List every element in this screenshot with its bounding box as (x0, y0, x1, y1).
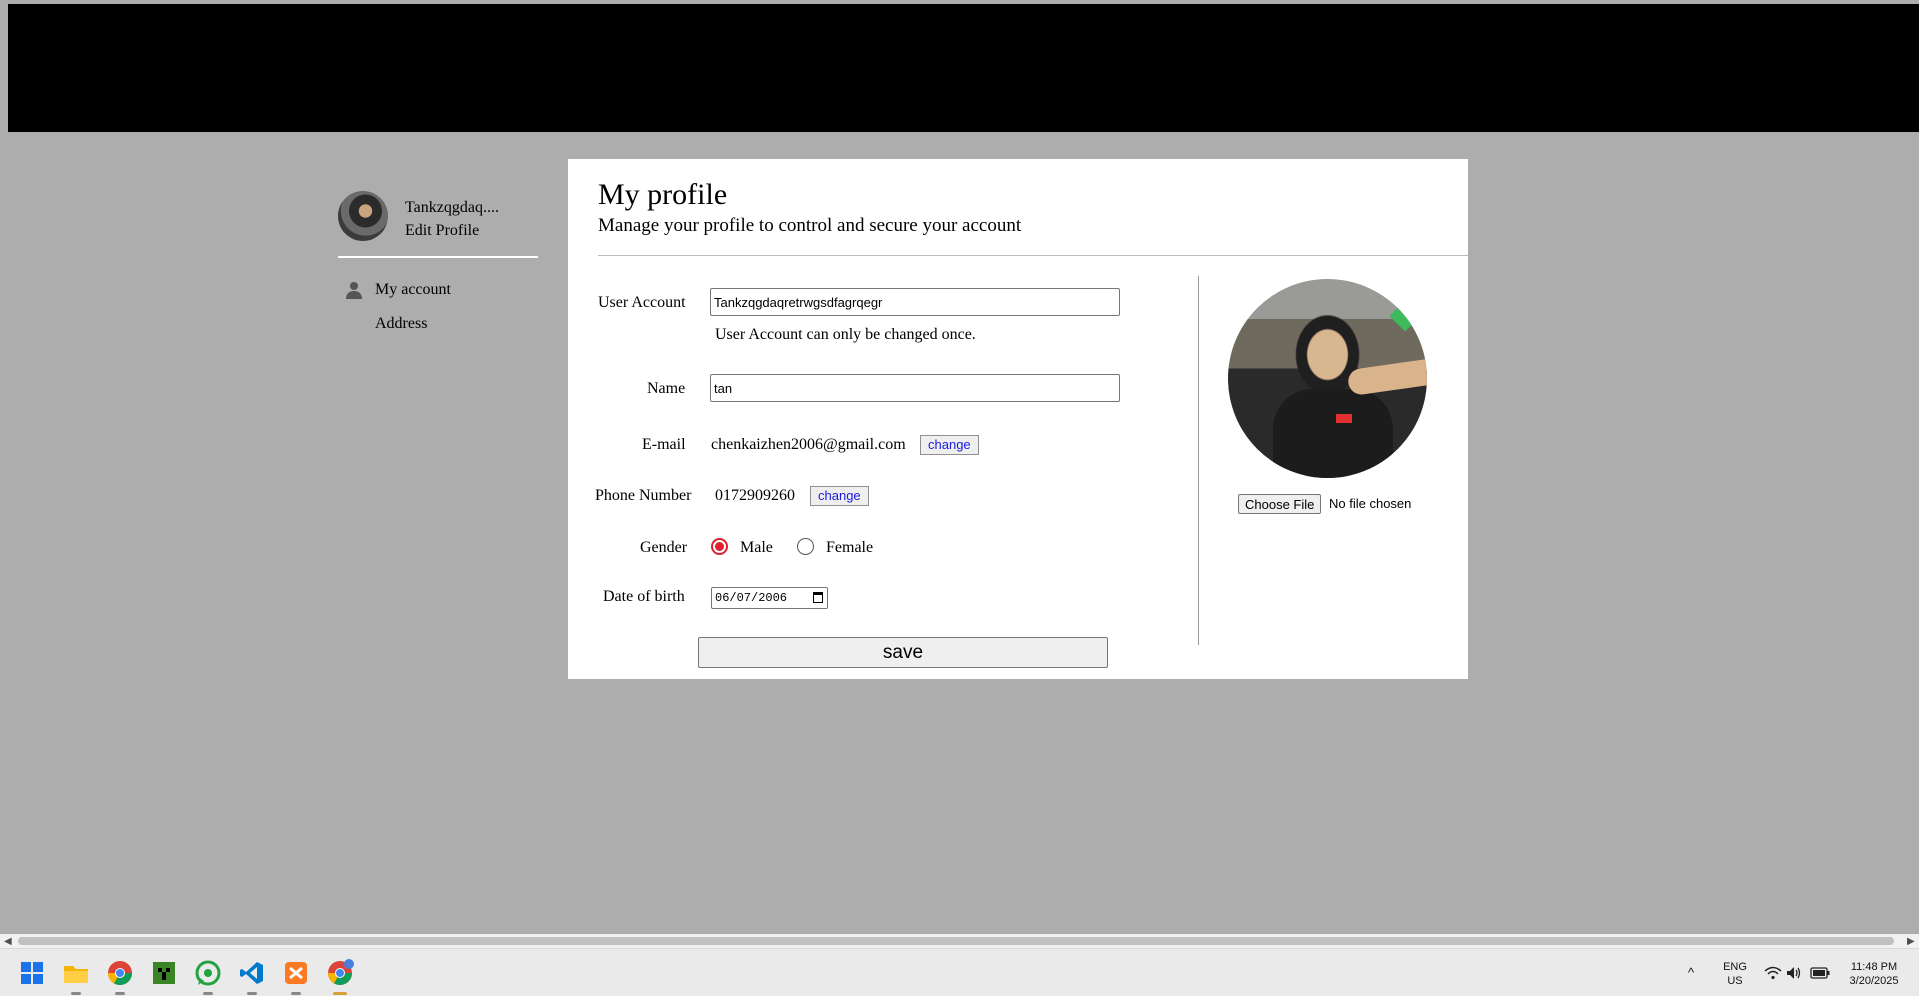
running-indicator (203, 992, 213, 995)
clock-date: 3/20/2025 (1849, 975, 1899, 987)
save-button[interactable]: save (698, 637, 1108, 668)
scrollbar-thumb[interactable] (18, 937, 1894, 945)
chrome-profile-icon[interactable] (326, 959, 354, 995)
file-explorer-icon[interactable] (62, 959, 90, 995)
folder-graphic (64, 966, 88, 983)
running-indicator (291, 992, 301, 995)
show-hidden-icons[interactable]: ^ (1688, 966, 1694, 980)
divider (598, 255, 1468, 256)
page-subtitle: Manage your profile to control and secur… (598, 215, 1022, 236)
photo-detail (1336, 414, 1352, 423)
name-input[interactable] (710, 374, 1120, 402)
minecraft-icon[interactable] (150, 959, 178, 987)
running-indicator (71, 992, 81, 995)
photo-detail (1389, 300, 1421, 332)
chrome-graphic (108, 961, 132, 986)
taskbar: ^ ENG US 11:48 PM 3/20/2025 (0, 948, 1919, 996)
person-icon (346, 282, 362, 299)
edit-profile-link[interactable]: Edit Profile (405, 220, 479, 242)
sidebar-username: Tankzqgdaq.... (405, 199, 499, 216)
header-bar (8, 4, 1919, 132)
gender-male-label: Male (740, 539, 773, 556)
gender-female-label: Female (826, 539, 874, 556)
chrome-graphic (328, 959, 354, 986)
name-label: Name (647, 380, 686, 397)
dob-label: Date of birth (603, 588, 685, 605)
file-status: No file chosen (1329, 496, 1412, 511)
phone-label: Phone Number (595, 487, 692, 504)
profile-card: My profile Manage your profile to contro… (568, 159, 1468, 679)
calendar-icon[interactable] (813, 592, 823, 603)
sidebar-item-address[interactable]: Address (338, 306, 538, 340)
sidebar-item-my-account[interactable]: My account (338, 272, 538, 306)
wifi-icon[interactable] (1764, 966, 1782, 980)
windows-logo (21, 962, 43, 984)
running-indicator (115, 992, 125, 995)
battery-icon[interactable] (1810, 967, 1830, 979)
sidebar-item-label: My account (375, 281, 451, 298)
chrome-icon[interactable] (106, 959, 134, 995)
phone-change-button[interactable]: change (810, 486, 869, 506)
gender-label: Gender (640, 539, 688, 556)
sidebar-user-header: Tankzqgdaq.... Edit Profile (338, 190, 538, 258)
clock[interactable]: 11:48 PM 3/20/2025 (1838, 960, 1910, 988)
whatsapp-graphic (195, 960, 221, 986)
user-account-note: User Account can only be changed once. (715, 326, 976, 343)
vertical-divider (1198, 276, 1199, 645)
vscode-icon[interactable] (238, 959, 266, 995)
clock-time: 11:48 PM (1850, 961, 1898, 973)
sidebar-item-label: Address (375, 315, 428, 332)
whatsapp-icon[interactable] (194, 959, 222, 995)
sidebar-avatar (338, 191, 388, 241)
windows-start-icon[interactable] (18, 959, 46, 987)
active-indicator (333, 992, 347, 995)
vscode-graphic (240, 962, 263, 984)
gender-male-radio[interactable] (711, 538, 728, 555)
xampp-graphic (285, 962, 307, 984)
lang-bottom: US (1727, 975, 1743, 987)
dob-input[interactable]: 06/07/2006 (711, 587, 828, 609)
choose-file-button[interactable]: Choose File (1238, 494, 1322, 514)
language-indicator[interactable]: ENG US (1720, 960, 1750, 988)
gender-female-radio[interactable] (797, 538, 814, 555)
phone-value: 0172909260 (715, 487, 795, 504)
minecraft-graphic (153, 962, 175, 984)
dob-value: 06/07/2006 (715, 591, 788, 605)
running-indicator (247, 992, 257, 995)
user-account-input[interactable] (710, 288, 1120, 316)
scroll-left-icon[interactable]: ◀ (4, 936, 12, 947)
user-account-label: User Account (598, 294, 686, 311)
horizontal-scrollbar[interactable]: ◀ ▶ (0, 934, 1919, 948)
volume-icon[interactable] (1786, 966, 1802, 980)
photo-detail (1273, 389, 1393, 478)
xampp-icon[interactable] (282, 959, 310, 995)
email-label: E-mail (642, 436, 686, 453)
sidebar: Tankzqgdaq.... Edit Profile My account A… (338, 190, 538, 340)
profile-picture (1228, 279, 1427, 478)
email-value: chenkaizhen2006@gmail.com (711, 436, 906, 453)
photo-detail (1346, 357, 1427, 397)
lang-top: ENG (1723, 961, 1747, 973)
page-title: My profile (598, 178, 728, 211)
scroll-right-icon[interactable]: ▶ (1907, 936, 1915, 947)
email-change-button[interactable]: change (920, 435, 979, 455)
